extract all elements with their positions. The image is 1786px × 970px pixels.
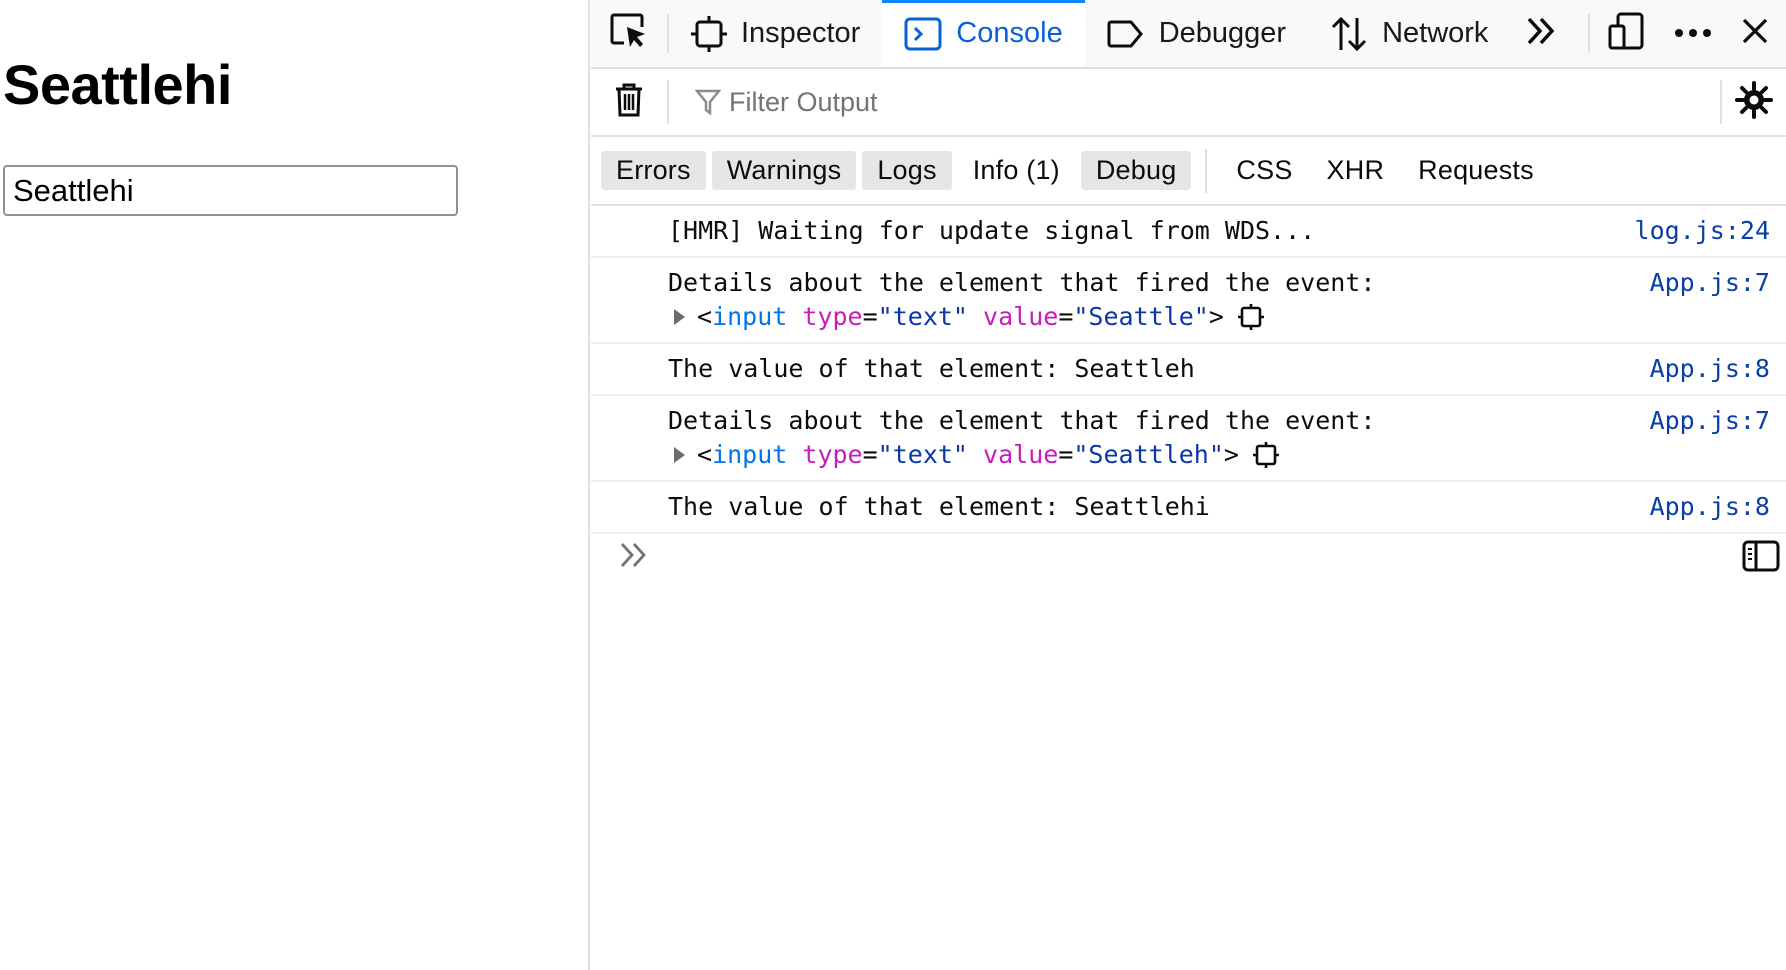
message-location-link[interactable]: log.js:24 <box>1635 214 1770 248</box>
select-node-icon[interactable] <box>1252 442 1279 468</box>
console-message: Details about the element that fired the… <box>591 258 1786 344</box>
clear-console-button[interactable] <box>591 68 667 136</box>
attr-value: "text" <box>877 302 968 331</box>
attr-eq: = <box>862 302 878 331</box>
select-node-icon[interactable] <box>1237 304 1264 330</box>
console-filter-bar: Filter Output <box>591 69 1786 137</box>
debugger-icon <box>1107 19 1145 49</box>
devtools-panel: Inspector Console Debugger Network Filte… <box>591 0 1786 970</box>
chevron-double-right-icon <box>1525 16 1557 51</box>
message-text: The value of that element: Seattleh <box>668 354 1195 383</box>
trash-icon <box>614 82 644 123</box>
responsive-design-button[interactable] <box>1590 0 1662 67</box>
expand-arrow-icon[interactable] <box>674 447 685 463</box>
close-icon <box>1741 17 1769 50</box>
attr-name: type <box>802 440 863 469</box>
message-text: [HMR] Waiting for update signal from WDS… <box>668 216 1316 245</box>
console-settings-button[interactable] <box>1722 68 1786 136</box>
filter-css-button[interactable]: CSS <box>1221 151 1307 190</box>
filter-info-button[interactable]: Info (1) <box>958 151 1075 190</box>
message-location-link[interactable]: App.js:7 <box>1650 404 1770 438</box>
close-devtools-button[interactable] <box>1724 0 1786 67</box>
message-text: The value of that element: Seattlehi <box>668 492 1210 521</box>
tag-close: > <box>1223 440 1239 469</box>
filter-placeholder: Filter Output <box>729 86 878 117</box>
filter-errors-button[interactable]: Errors <box>601 151 706 190</box>
devtools-toolbar: Inspector Console Debugger Network <box>591 0 1786 69</box>
prompt-chevron-icon <box>619 541 649 574</box>
console-message: Details about the element that fired the… <box>591 396 1786 482</box>
element-picker-button[interactable] <box>591 0 667 67</box>
level-separator <box>1205 148 1208 193</box>
page-heading: Seattlehi <box>3 53 232 116</box>
log-level-bar: Errors Warnings Logs Info (1) Debug CSS … <box>591 137 1786 206</box>
filter-requests-button[interactable]: Requests <box>1403 151 1549 190</box>
console-input-row[interactable] <box>591 527 1786 587</box>
console-message: [HMR] Waiting for update signal from WDS… <box>591 206 1786 258</box>
page-viewport: Seattlehi <box>0 0 590 970</box>
element-preview[interactable]: < input type = "text" value = "Seattleh" > <box>668 438 1770 472</box>
filter-output-input[interactable]: Filter Output <box>669 87 1720 118</box>
console-icon <box>904 17 942 51</box>
more-options-icon <box>1674 25 1712 43</box>
tab-label: Inspector <box>741 17 861 49</box>
tab-label: Network <box>1382 17 1489 49</box>
message-location-link[interactable]: App.js:7 <box>1650 266 1770 300</box>
attr-eq: = <box>1058 302 1074 331</box>
filter-xhr-button[interactable]: XHR <box>1312 151 1400 190</box>
filter-warnings-button[interactable]: Warnings <box>711 151 857 190</box>
attr-name: type <box>802 302 863 331</box>
tag-close: > <box>1208 302 1224 331</box>
attr-eq: = <box>862 440 878 469</box>
attr-eq: = <box>1058 440 1074 469</box>
inspector-icon <box>691 15 727 52</box>
console-message: The value of that element: Seattleh App.… <box>591 344 1786 396</box>
filter-icon <box>695 88 721 116</box>
tab-debugger[interactable]: Debugger <box>1085 0 1308 67</box>
tag-open: < <box>697 440 713 469</box>
tag-name: input <box>712 440 788 469</box>
city-input[interactable] <box>3 165 458 216</box>
tab-console[interactable]: Console <box>882 0 1086 67</box>
console-output: [HMR] Waiting for update signal from WDS… <box>591 206 1786 534</box>
responsive-design-icon <box>1608 12 1644 55</box>
filter-debug-button[interactable]: Debug <box>1080 151 1192 190</box>
message-location-link[interactable]: App.js:8 <box>1650 352 1770 386</box>
tab-inspector[interactable]: Inspector <box>669 0 882 67</box>
message-location-link[interactable]: App.js:8 <box>1650 490 1770 524</box>
attr-value: "text" <box>877 440 968 469</box>
tag-open: < <box>697 302 713 331</box>
more-tools-button[interactable] <box>1510 0 1572 67</box>
attr-value: "Seattleh" <box>1073 440 1224 469</box>
filter-logs-button[interactable]: Logs <box>862 151 952 190</box>
element-preview[interactable]: < input type = "text" value = "Seattle" > <box>668 300 1770 334</box>
message-text: Details about the element that fired the… <box>668 268 1376 297</box>
tag-name: input <box>712 302 788 331</box>
toolbox-menu-button[interactable] <box>1662 0 1724 67</box>
attr-name: value <box>983 440 1059 469</box>
attr-name: value <box>983 302 1059 331</box>
tab-label: Console <box>956 17 1063 49</box>
tab-network[interactable]: Network <box>1308 0 1510 67</box>
gear-icon <box>1735 80 1773 124</box>
element-picker-icon <box>610 13 648 54</box>
expand-arrow-icon[interactable] <box>674 309 685 325</box>
message-text: Details about the element that fired the… <box>668 406 1376 435</box>
editor-mode-toggle-icon[interactable] <box>1742 540 1780 577</box>
attr-value: "Seattle" <box>1073 302 1209 331</box>
network-icon <box>1330 16 1368 52</box>
tab-label: Debugger <box>1158 17 1287 49</box>
